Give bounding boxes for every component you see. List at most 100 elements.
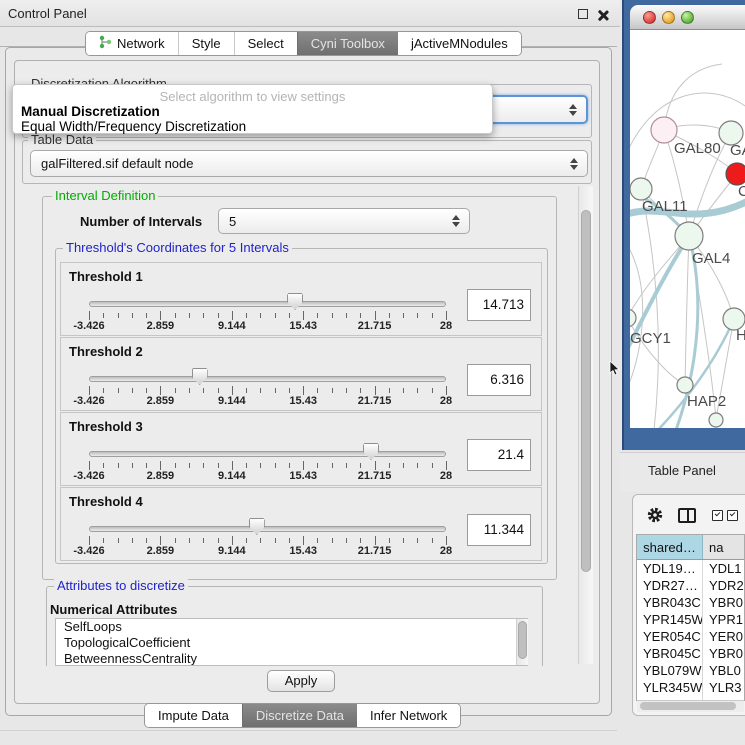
slider-track[interactable] — [89, 451, 446, 457]
zoom-traffic-light-icon[interactable] — [681, 11, 694, 24]
threshold-value-field[interactable]: 14.713 — [467, 289, 531, 321]
numerical-attributes-list[interactable]: SelfLoopsTopologicalCoefficientBetweenne… — [55, 618, 528, 666]
settings-scrollbar-thumb[interactable] — [581, 210, 591, 572]
slider-tick — [446, 311, 447, 320]
network-node[interactable] — [726, 163, 745, 185]
network-window-titlebar[interactable] — [630, 5, 745, 30]
slider-thumb[interactable] — [287, 293, 303, 310]
threshold-value-field[interactable]: 11.344 — [467, 514, 531, 546]
tab-discretize-data[interactable]: Discretize Data — [242, 704, 357, 727]
slider-tick — [317, 463, 318, 468]
table-row[interactable]: YBL079WYBL0 — [637, 662, 744, 679]
attribute-item-betweennesscentrality[interactable]: BetweennessCentrality — [56, 651, 527, 666]
gear-icon[interactable] — [646, 506, 664, 524]
table-cell[interactable]: YBL0 — [703, 662, 744, 679]
slider-tick — [446, 536, 447, 545]
slider-thumb[interactable] — [192, 368, 208, 385]
dropdown-item-equal-width-frequency-discretization[interactable]: Equal Width/Frequency Discretization — [21, 119, 246, 134]
dropdown-item-manual-discretization[interactable]: Manual Discretization — [21, 104, 160, 119]
network-node[interactable] — [630, 178, 652, 200]
slider-track[interactable] — [89, 526, 446, 532]
table-cell[interactable]: YLR3 — [703, 679, 744, 696]
table-cell[interactable]: YLR345W — [637, 679, 703, 696]
checkbox-checked-icon[interactable] — [712, 510, 723, 521]
slider-tick — [432, 313, 433, 318]
slider-thumb[interactable] — [363, 443, 379, 460]
settings-scrollbar[interactable] — [578, 186, 593, 664]
slider-track[interactable] — [89, 301, 446, 307]
slider-tick-label: 28 — [416, 395, 476, 407]
attributes-list-scrollbar[interactable] — [516, 619, 528, 665]
table-row[interactable]: YBR043CYBR0 — [637, 594, 744, 611]
table-row[interactable]: YBR045CYBR0 — [637, 645, 744, 662]
table-cell[interactable]: YDR2 — [703, 577, 744, 594]
float-window-icon[interactable] — [578, 9, 588, 19]
tab-infer-network[interactable]: Infer Network — [357, 704, 460, 727]
minimize-traffic-light-icon[interactable] — [662, 11, 675, 24]
table-cell[interactable]: YBR043C — [637, 594, 703, 611]
table-row[interactable]: YPR145WYPR1 — [637, 611, 744, 628]
table-cell[interactable]: YER054C — [637, 628, 703, 645]
apply-button[interactable]: Apply — [267, 670, 335, 692]
threshold-value-field[interactable]: 21.4 — [467, 439, 531, 471]
table-cell[interactable]: YBR045C — [637, 645, 703, 662]
tab-impute-data[interactable]: Impute Data — [145, 704, 242, 727]
table-cell[interactable]: YDR27… — [637, 577, 703, 594]
network-node[interactable] — [677, 377, 693, 393]
slider-tick — [275, 313, 276, 318]
table-cell[interactable]: YBR0 — [703, 645, 744, 662]
table-cell[interactable]: YBL079W — [637, 662, 703, 679]
slider-tick — [360, 388, 361, 393]
slider-tick — [232, 461, 233, 470]
tab-label: Cyni Toolbox — [311, 36, 385, 51]
table-cell[interactable]: YDL19… — [637, 560, 703, 577]
network-node[interactable] — [630, 309, 636, 327]
slider-tick — [260, 538, 261, 543]
table-data-combobox[interactable]: galFiltered.sif default node — [30, 150, 588, 177]
slider-tick — [289, 313, 290, 318]
threshold-panel-3: Threshold 3-3.4262.8599.14415.4321.71528… — [60, 412, 542, 486]
tab-network[interactable]: Network — [86, 32, 178, 55]
slider-tick — [317, 538, 318, 543]
table-cell[interactable]: YDL1 — [703, 560, 744, 577]
attribute-item-selfloops[interactable]: SelfLoops — [56, 619, 527, 635]
slider-tick — [218, 313, 219, 318]
table-row[interactable]: YLR345WYLR3 — [637, 679, 744, 696]
slider-track[interactable] — [89, 376, 446, 382]
network-node[interactable] — [709, 413, 723, 427]
column-layout-icon[interactable] — [678, 508, 696, 523]
table-cell[interactable]: YER0 — [703, 628, 744, 645]
table-column-header[interactable]: shared… — [637, 535, 703, 559]
attributes-scrollbar-thumb[interactable] — [518, 621, 527, 659]
network-canvas[interactable]: GAL80GACGAL11GAL4GCY1HHAP2 — [630, 30, 745, 428]
network-node-label: GCY1 — [630, 330, 671, 347]
node-attribute-table[interactable]: shared…na YDL19…YDL1YDR27…YDR2YBR043CYBR… — [636, 534, 745, 701]
tab-jactivemnodules[interactable]: jActiveMNodules — [398, 32, 521, 55]
table-cell[interactable]: YBR0 — [703, 594, 744, 611]
close-traffic-light-icon[interactable] — [643, 11, 656, 24]
tab-select[interactable]: Select — [234, 32, 297, 55]
number-of-intervals-combobox[interactable]: 5 — [218, 208, 470, 234]
slider-tick — [332, 313, 333, 318]
tab-label: jActiveMNodules — [411, 36, 508, 51]
tab-cyni-toolbox[interactable]: Cyni Toolbox — [297, 32, 398, 55]
checkbox-checked-icon[interactable] — [727, 510, 738, 521]
tab-style[interactable]: Style — [178, 32, 234, 55]
table-cell[interactable]: YPR1 — [703, 611, 744, 628]
slider-tick — [432, 538, 433, 543]
table-hscrollbar-thumb[interactable] — [640, 702, 736, 710]
close-icon[interactable] — [597, 9, 608, 20]
slider-tick-label: 2.859 — [130, 320, 190, 332]
attribute-item-topologicalcoefficient[interactable]: TopologicalCoefficient — [56, 635, 527, 651]
table-row[interactable]: YDL19…YDL1 — [637, 560, 744, 577]
table-header-row: shared…na — [637, 535, 744, 560]
threshold-value-field[interactable]: 6.316 — [467, 364, 531, 396]
table-row[interactable]: YER054CYER0 — [637, 628, 744, 645]
table-cell[interactable]: YPR145W — [637, 611, 703, 628]
network-node[interactable] — [675, 222, 703, 250]
slider-thumb[interactable] — [249, 518, 265, 535]
table-row[interactable]: YDR27…YDR2 — [637, 577, 744, 594]
combo-arrows-icon — [570, 158, 578, 170]
slider-tick — [175, 538, 176, 543]
table-column-header[interactable]: na — [703, 535, 744, 559]
